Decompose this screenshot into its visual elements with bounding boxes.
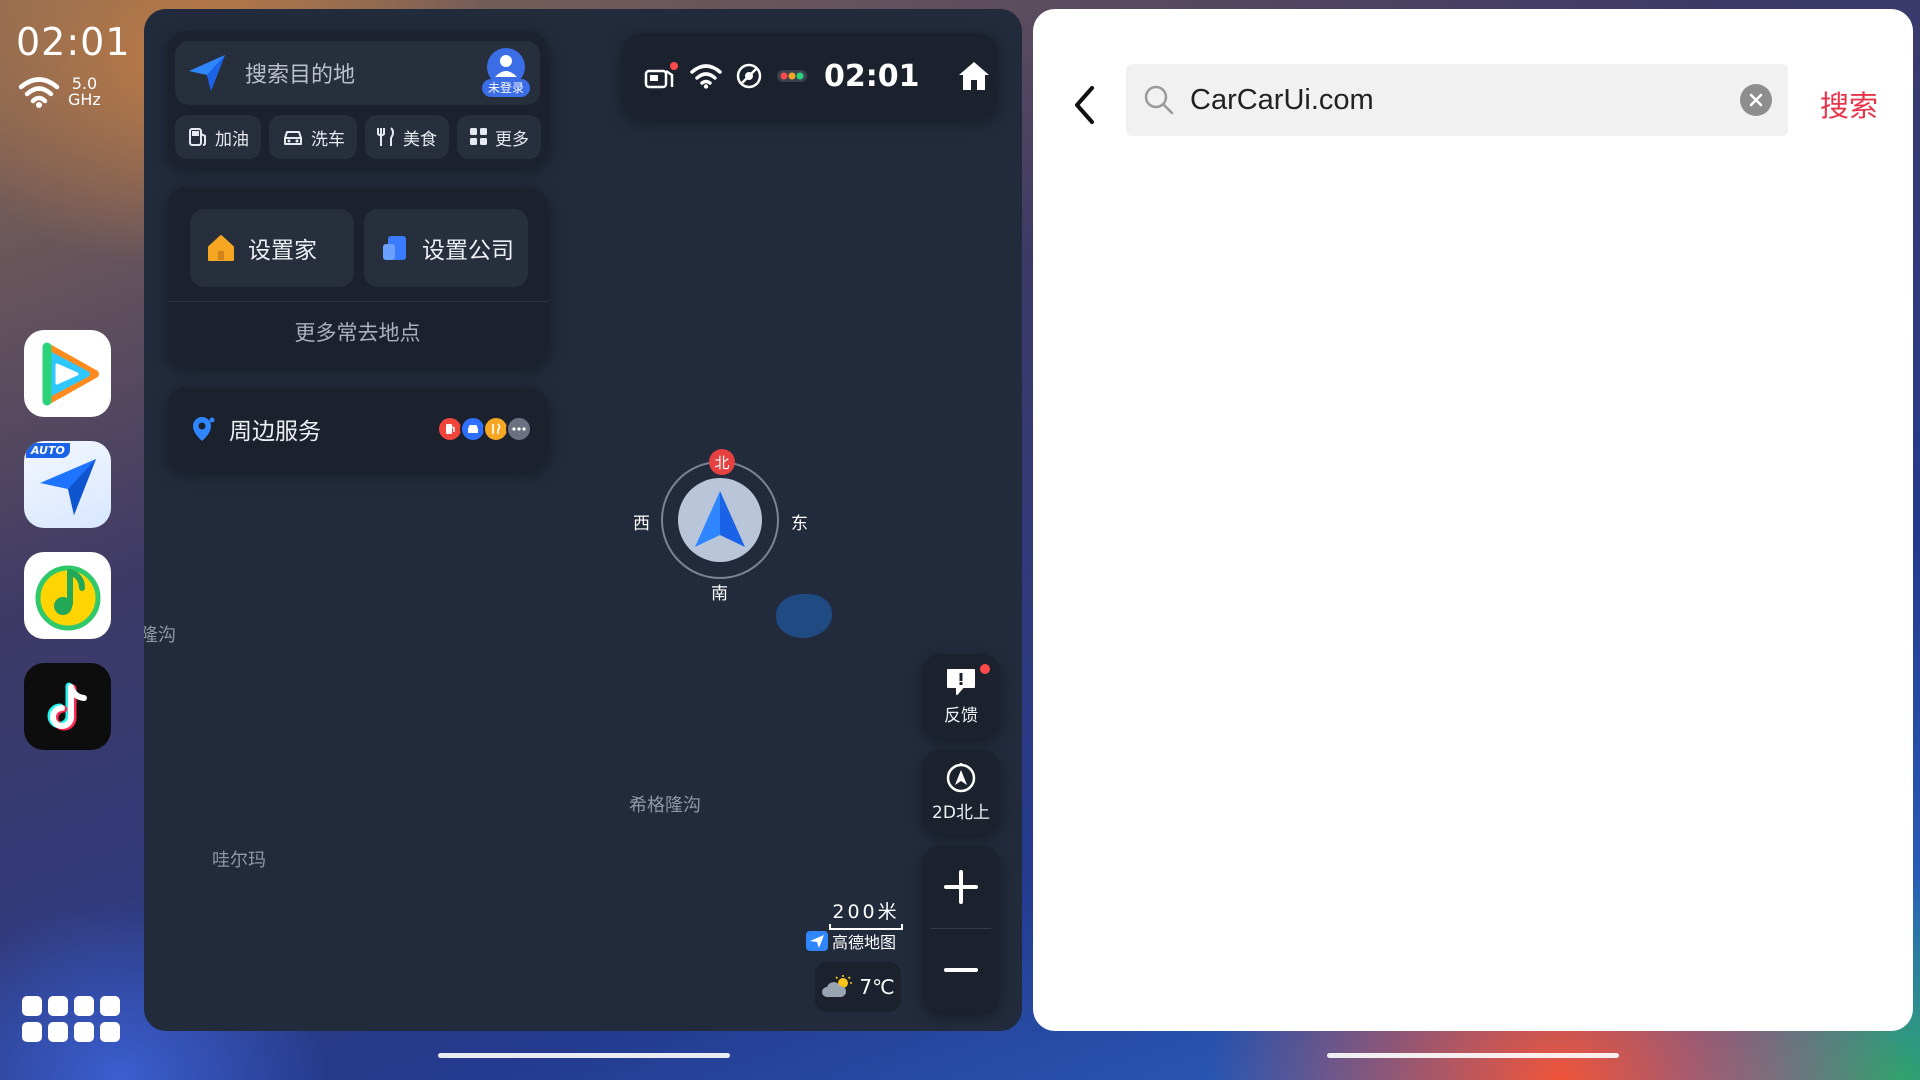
notification-dot (980, 664, 990, 674)
dock-clock: 02:01 (16, 20, 131, 64)
search-input[interactable] (1190, 83, 1740, 117)
set-home-button[interactable]: 设置家 (190, 209, 354, 287)
map-app-icon[interactable]: AUTO (24, 441, 111, 528)
destination-search-bar[interactable]: 搜索目的地 未登录 (175, 41, 540, 105)
fuel-icon (189, 128, 206, 146)
clear-search-button[interactable] (1740, 84, 1772, 116)
home-icon (208, 235, 234, 261)
destination-search-placeholder: 搜索目的地 (245, 63, 356, 88)
map-place-label: 哇尔玛 (212, 850, 266, 871)
map-scale: 200米 (829, 897, 903, 930)
compass-west: 西 (633, 514, 650, 534)
zoom-in-button[interactable] (922, 846, 1000, 928)
compass-east: 东 (791, 514, 808, 534)
map-search-card: 搜索目的地 未登录 加油 洗车 美食 更多 (167, 31, 548, 167)
plus-icon (944, 870, 978, 904)
close-icon (1749, 93, 1763, 107)
compass-south: 南 (711, 584, 728, 604)
map-place-label: 希格隆沟 (629, 795, 701, 816)
video-app-icon[interactable] (24, 330, 111, 417)
map-status-bar: 02:01 (622, 33, 998, 119)
quick-category-row: 加油 洗车 美食 更多 (175, 115, 541, 159)
nearby-category-icons (437, 416, 532, 442)
compass[interactable]: 北 西 东 南 (619, 449, 808, 604)
home-indicator-right[interactable] (1327, 1053, 1619, 1058)
zoom-out-button[interactable] (922, 929, 1000, 1011)
nearby-services-card[interactable]: 周边服务 (167, 387, 548, 471)
chevron-left-icon (1075, 86, 1094, 124)
feedback-button[interactable]: 反馈 (922, 654, 1000, 738)
chip-fuel[interactable]: 加油 (175, 115, 261, 159)
amap-logo-icon (806, 931, 828, 951)
user-avatar-button[interactable]: 未登录 (480, 47, 532, 99)
navigation-plane-icon (189, 55, 225, 91)
gps-signal-icon (736, 63, 762, 89)
home-icon[interactable] (956, 58, 992, 94)
wifi-band: 5.0 GHz (68, 74, 101, 109)
map-brand: 高德地图 (806, 929, 896, 953)
back-button[interactable] (1057, 75, 1113, 135)
food-icon (377, 127, 394, 146)
more-dot-icon (506, 416, 532, 442)
wifi-icon (18, 77, 60, 108)
vehicle-status-icon (644, 61, 678, 91)
navigation-arrow-icon (695, 491, 745, 547)
map-place-label: 隆沟 (144, 625, 176, 646)
zoom-controls (922, 846, 1000, 1012)
chip-more[interactable]: 更多 (457, 115, 541, 159)
dock: 02:01 5.0 GHz AUTO (0, 0, 135, 1080)
tiktok-app-icon[interactable] (24, 663, 111, 750)
dock-wifi-status: 5.0 GHz (18, 76, 101, 108)
car-position-marker (678, 478, 762, 562)
car-wash-icon (284, 131, 302, 145)
chip-car-wash[interactable]: 洗车 (269, 115, 357, 159)
search-icon (1144, 85, 1174, 115)
search-submit-button[interactable]: 搜索 (1820, 83, 1878, 125)
auto-badge: AUTO (26, 443, 70, 458)
search-window: 搜索 (1033, 9, 1913, 1031)
company-icon (383, 236, 406, 260)
minus-icon (944, 968, 978, 972)
nearby-services-label: 周边服务 (229, 419, 321, 445)
north-up-compass-icon (946, 762, 976, 792)
traffic-light-icon (777, 70, 807, 82)
map-water-area (776, 594, 832, 638)
feedback-icon (947, 668, 975, 695)
wifi-icon (690, 64, 722, 89)
more-frequent-places-link[interactable]: 更多常去地点 (167, 317, 548, 347)
home-indicator-left[interactable] (438, 1053, 730, 1058)
map-window[interactable]: 搜索目的地 未登录 加油 洗车 美食 更多 设置家 设置公司 更多常去地点 周边… (144, 9, 1022, 1031)
weather-widget[interactable]: 7℃ (815, 962, 901, 1012)
map-clock: 02:01 (824, 58, 920, 94)
compass-north: 北 (709, 449, 735, 475)
grid-icon (470, 128, 487, 145)
search-bar[interactable] (1126, 64, 1788, 136)
login-status-badge: 未登录 (482, 79, 530, 97)
partly-cloudy-icon (822, 975, 853, 997)
location-pin-icon (193, 417, 215, 441)
chip-food[interactable]: 美食 (365, 115, 449, 159)
app-launcher-grid-icon[interactable] (22, 996, 120, 1042)
music-app-icon[interactable] (24, 552, 111, 639)
set-company-button[interactable]: 设置公司 (364, 209, 528, 287)
north-up-toggle[interactable]: 2D北上 (922, 750, 1000, 834)
divider (167, 301, 548, 302)
favorite-places-card: 设置家 设置公司 更多常去地点 (167, 187, 548, 367)
